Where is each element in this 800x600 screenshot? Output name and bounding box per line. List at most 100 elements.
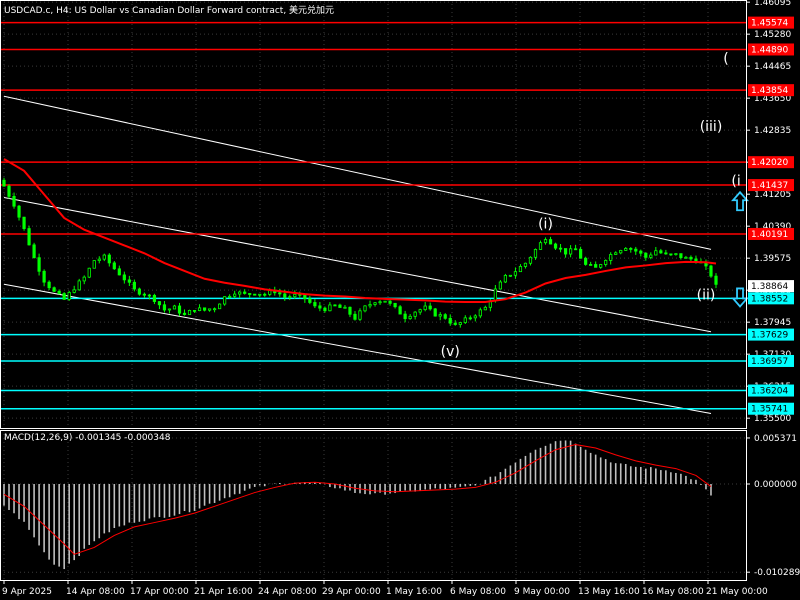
candle — [599, 263, 603, 269]
candle — [192, 310, 197, 313]
candle-body — [408, 315, 412, 320]
candle-body — [493, 288, 497, 302]
candle-body — [77, 280, 81, 291]
candle-body — [258, 293, 262, 296]
resistance-badge-label: 1.41437 — [751, 181, 788, 191]
candle — [473, 314, 477, 322]
candle — [353, 311, 357, 321]
trend-arrows — [731, 190, 750, 308]
candle — [543, 237, 548, 245]
candle-body — [498, 281, 502, 290]
candle-body — [27, 228, 31, 246]
candle-body — [604, 260, 608, 265]
candle — [102, 253, 106, 262]
macd-tick-label: -0.010289 — [754, 568, 800, 578]
candle-body — [518, 266, 523, 273]
candle-body — [167, 308, 172, 311]
time-tick-label: 14 Apr 08:00 — [66, 587, 125, 597]
wave-label: (v) — [441, 344, 460, 360]
candle-body — [358, 310, 362, 320]
candle — [413, 311, 417, 320]
candle-body — [52, 287, 56, 292]
candle — [639, 249, 643, 257]
candle-body — [629, 248, 633, 250]
time-tick-label: 24 Apr 08:00 — [258, 587, 317, 597]
candle-body — [218, 303, 222, 310]
horizontal-levels — [0, 21, 746, 410]
candle — [333, 304, 337, 307]
candle-body — [619, 250, 623, 254]
candle — [458, 321, 462, 328]
candle-body — [589, 264, 593, 266]
candle — [373, 302, 377, 307]
candle-body — [473, 315, 477, 319]
candle — [177, 302, 182, 317]
candle — [689, 255, 693, 262]
candle — [288, 294, 292, 301]
candle-body — [212, 308, 217, 311]
candle-body — [548, 239, 553, 245]
candle-body — [233, 293, 237, 297]
price-tick-label: 1.44465 — [754, 62, 791, 72]
candle-body — [463, 317, 467, 323]
candle-body — [338, 304, 342, 308]
support-badge-label: 1.37629 — [751, 331, 788, 341]
candle — [62, 292, 66, 301]
candle-body — [558, 247, 563, 250]
candle-body — [709, 265, 713, 277]
candle-body — [107, 254, 111, 264]
candle-body — [303, 294, 307, 300]
time-tick-label: 13 May 16:00 — [578, 587, 640, 597]
candle-body — [72, 289, 76, 293]
price-tick-label: 1.37945 — [754, 318, 791, 328]
chart-title: USDCAD.c, H4: US Dollar vs Canadian Doll… — [4, 6, 335, 16]
candle-body — [543, 239, 548, 244]
candle-body — [594, 264, 598, 268]
candle-body — [207, 308, 212, 311]
candle — [553, 242, 558, 251]
candle — [122, 271, 126, 284]
candle — [378, 300, 382, 305]
candle-body — [333, 304, 337, 307]
candle-body — [147, 294, 152, 297]
candle-body — [568, 248, 573, 255]
channel-line — [3, 283, 712, 414]
candle — [609, 252, 613, 265]
candle — [37, 253, 41, 276]
candle-body — [343, 306, 347, 309]
candle-body — [614, 252, 618, 255]
candle — [67, 290, 71, 301]
candle — [508, 274, 513, 277]
candle-body — [192, 310, 197, 312]
candle — [669, 253, 673, 256]
candle-body — [508, 274, 513, 277]
candle-body — [47, 281, 51, 289]
candle — [263, 292, 267, 297]
candle — [212, 307, 217, 313]
candle-body — [649, 254, 653, 258]
candle — [558, 243, 563, 253]
wave-label: (iii) — [700, 119, 723, 135]
candle — [634, 246, 638, 255]
candle — [157, 301, 162, 310]
candle-body — [609, 254, 613, 261]
candle-body — [62, 293, 66, 300]
candle — [112, 261, 116, 270]
candle-body — [714, 275, 718, 285]
candle — [674, 253, 678, 256]
candle-body — [182, 312, 187, 315]
candle — [463, 315, 467, 325]
resistance-badge-label: 1.45574 — [751, 19, 788, 29]
candle-body — [57, 290, 61, 294]
candle — [97, 256, 101, 264]
candle — [72, 285, 76, 294]
candle — [448, 314, 452, 326]
channel-line — [3, 95, 712, 250]
candle-body — [563, 248, 568, 255]
time-tick-label: 17 Apr 00:00 — [130, 587, 189, 597]
candle-body — [22, 216, 26, 229]
candle-body — [478, 309, 482, 317]
candle-body — [443, 314, 447, 319]
candle-body — [538, 242, 543, 250]
macd-tick-label: 0.000000 — [754, 480, 797, 490]
